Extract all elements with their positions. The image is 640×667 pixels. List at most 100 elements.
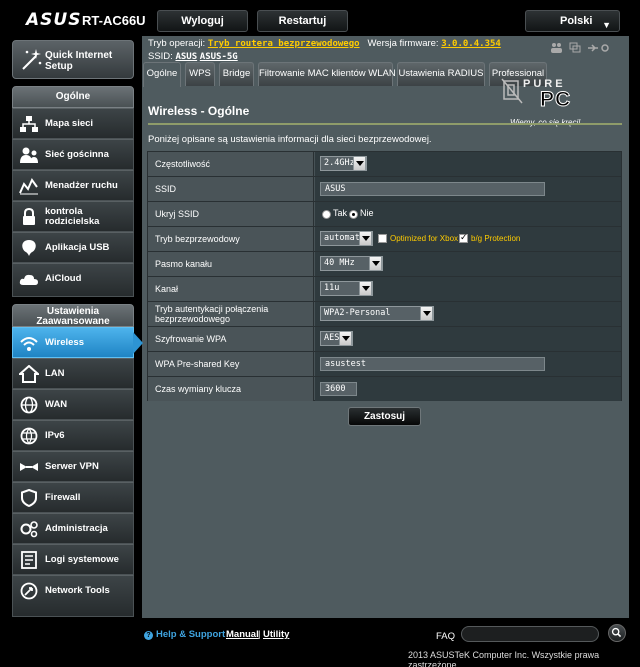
settings-icon[interactable]: [601, 44, 609, 52]
tab-radius[interactable]: Ustawienia RADIUS: [397, 62, 485, 86]
watermark-big: PC: [539, 88, 572, 112]
general-section-head: Ogólne: [12, 86, 134, 108]
sidebar-item-label: Mapa sieci: [45, 117, 94, 129]
usb-icon[interactable]: [588, 44, 598, 52]
wireless-icon: [20, 337, 38, 351]
sidebar-item-lan[interactable]: LAN: [12, 358, 134, 389]
chevron-down-icon: [339, 331, 352, 346]
channel-row: Kanał 11u: [148, 277, 621, 302]
encryption-select[interactable]: AES: [320, 331, 353, 346]
sidebar-item-label: Administracja: [45, 522, 108, 534]
chevron-down-icon: [353, 156, 366, 171]
band-value: 2.4GHz: [324, 158, 355, 168]
sidebar-item-label: WAN: [45, 398, 68, 410]
wireless-mode-row: Tryb bezprzewodowy automat Optimized for…: [148, 227, 621, 252]
bandwidth-label: Pasmo kanału: [148, 252, 314, 276]
rekey-input[interactable]: 3600: [320, 382, 357, 396]
magic-wand-icon: [22, 49, 42, 70]
sidebar-item-aicloud[interactable]: AiCloud: [12, 263, 134, 297]
lan-icon: [19, 365, 39, 383]
ssid-input[interactable]: ASUS: [320, 182, 545, 196]
help-support-label: Help & Support: [156, 629, 226, 640]
faq-search-input[interactable]: [461, 626, 599, 642]
bandwidth-value: 40 MHz: [324, 258, 355, 268]
sidebar-item-parental-control[interactable]: kontrola rodzicielska: [12, 201, 134, 232]
operation-mode-link[interactable]: Tryb routera bezprzewodowego: [208, 39, 360, 49]
rekey-label: Czas wymiany klucza: [148, 377, 314, 401]
hide-ssid-no-radio[interactable]: [349, 210, 358, 219]
bg-protection-checkbox[interactable]: [459, 232, 468, 243]
auth-select[interactable]: WPA2-Personal: [320, 306, 434, 321]
ssid-link-5g[interactable]: ASUS-5G: [200, 52, 238, 62]
chevron-down-icon: ▼: [602, 20, 611, 30]
sidebar-item-label: kontrola rodzicielska: [45, 205, 100, 227]
logout-button[interactable]: Wyloguj: [157, 10, 248, 32]
sidebar-item-firewall[interactable]: Firewall: [12, 482, 134, 513]
ssid-label: SSID:: [148, 51, 173, 62]
system-log-icon: [21, 551, 37, 569]
sidebar-item-administration[interactable]: Administracja: [12, 513, 134, 544]
sidebar-item-network-tools[interactable]: Network Tools: [12, 575, 134, 617]
bandwidth-select[interactable]: 40 MHz: [320, 256, 383, 271]
restart-button[interactable]: Restartuj: [257, 10, 348, 32]
ssid-link-24[interactable]: ASUS: [175, 52, 197, 62]
help-support-link[interactable]: ? Help & Support: [144, 629, 225, 640]
tab-mac-filter[interactable]: Filtrowanie MAC klientów WLAN: [258, 62, 396, 86]
wireless-mode-select[interactable]: automat: [320, 231, 373, 246]
firmware-link[interactable]: 3.0.0.4.354: [441, 39, 501, 49]
router-model: RT-AC66U: [82, 13, 146, 28]
auth-value: WPA2-Personal: [324, 308, 391, 318]
bandwidth-row: Pasmo kanału 40 MHz: [148, 252, 621, 277]
network-map-icon: [20, 116, 38, 132]
utility-link[interactable]: Utility: [263, 629, 289, 640]
sidebar-item-system-log[interactable]: Logi systemowe: [12, 544, 134, 575]
help-icon: ?: [144, 631, 153, 640]
sidebar-item-wireless[interactable]: Wireless: [12, 327, 143, 358]
sidebar-item-ipv6[interactable]: IPv6: [12, 420, 134, 451]
hide-ssid-yes-radio[interactable]: [322, 210, 331, 219]
tab-wps[interactable]: WPS: [185, 62, 215, 86]
operation-mode-label: Tryb operacji:: [148, 38, 206, 49]
xbox-label: Optimized for Xbox: [390, 234, 459, 243]
sidebar-item-label: Menadżer ruchu: [45, 179, 118, 191]
band-select[interactable]: 2.4GHz: [320, 156, 367, 171]
tab-general[interactable]: Ogólne: [143, 62, 181, 87]
sidebar-item-network-map[interactable]: Mapa sieci: [12, 108, 134, 139]
usb-app-icon: [22, 240, 36, 256]
wireless-mode-value: automat: [324, 233, 360, 243]
sidebar-item-traffic-manager[interactable]: Menadżer ruchu: [12, 170, 134, 201]
qis-label: Quick Internet Setup: [45, 50, 113, 72]
chevron-down-icon: [420, 306, 433, 321]
manual-link[interactable]: Manual: [226, 629, 259, 640]
auth-row: Tryb autentykacji połączenia bezprzewodo…: [148, 302, 621, 327]
footer-separator: |: [258, 629, 261, 640]
devices-icon[interactable]: [569, 42, 581, 53]
sidebar-item-guest-network[interactable]: Sieć gościnna: [12, 139, 134, 170]
chevron-down-icon: [359, 281, 372, 296]
aicloud-icon: [19, 274, 38, 285]
channel-select[interactable]: 11u: [320, 281, 373, 296]
copyright: 2013 ASUSTeK Computer Inc. Wszystkie pra…: [408, 650, 600, 667]
sidebar-item-usb-app[interactable]: Aplikacja USB: [12, 232, 134, 263]
sidebar-item-label: Network Tools: [45, 584, 110, 596]
wireless-settings-form: Częstotliwość 2.4GHz SSID ASUS Ukryj SSI…: [147, 151, 622, 401]
tab-bridge[interactable]: Bridge: [219, 62, 254, 86]
hide-ssid-no-label: Nie: [360, 208, 374, 218]
xbox-checkbox[interactable]: [378, 234, 387, 243]
sidebar-item-label: AiCloud: [45, 272, 82, 284]
language-value: Polski: [560, 15, 593, 27]
language-select[interactable]: Polski ▼: [525, 10, 620, 32]
hide-ssid-yes-label: Tak: [333, 208, 348, 218]
sidebar-item-wan[interactable]: WAN: [12, 389, 134, 420]
apply-button[interactable]: Zastosuj: [348, 407, 421, 426]
search-button[interactable]: [608, 624, 626, 642]
sidebar-item-label: Wireless: [45, 336, 84, 348]
firewall-icon: [21, 489, 37, 507]
chevron-down-icon: [359, 231, 372, 246]
psk-input[interactable]: asustest: [320, 357, 545, 371]
parental-control-icon: [23, 208, 35, 225]
clients-icon[interactable]: [551, 43, 562, 53]
quick-internet-setup-button[interactable]: Quick Internet Setup: [12, 40, 134, 79]
sidebar-item-label: Aplikacja USB: [45, 241, 110, 253]
sidebar-item-vpn-server[interactable]: Serwer VPN: [12, 451, 134, 482]
